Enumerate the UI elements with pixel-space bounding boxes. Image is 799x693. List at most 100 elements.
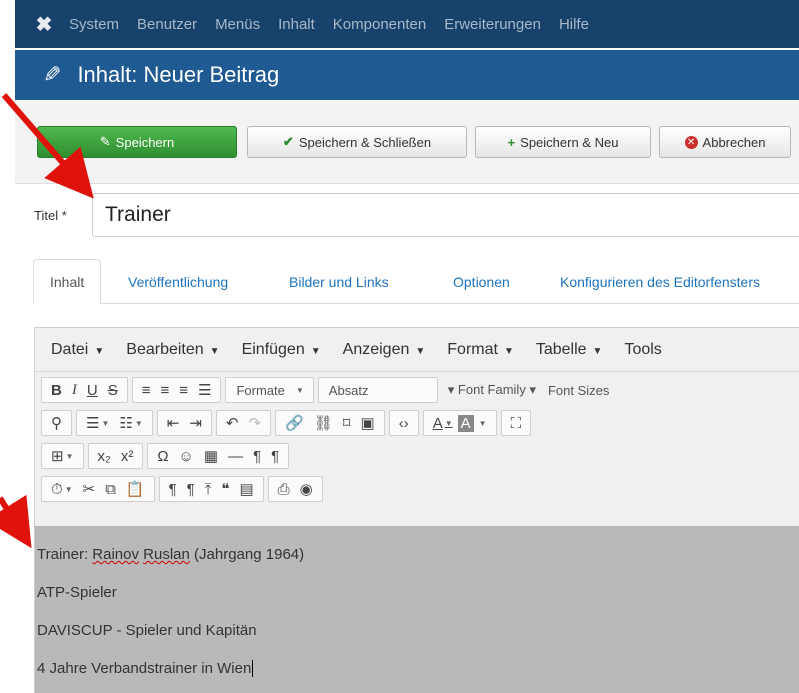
menu-table[interactable]: Tabelle ▼ <box>536 341 603 359</box>
save-close-label: Speichern & Schließen <box>298 134 432 150</box>
cancel-label: Abbrechen <box>702 134 766 150</box>
show-blocks-icon[interactable]: ¶ <box>164 481 182 498</box>
bullet-list-icon[interactable]: ☰ ▼ <box>81 414 114 432</box>
superscript-icon[interactable]: x² <box>116 448 139 465</box>
visual-chars-icon[interactable]: ¶ <box>182 481 200 498</box>
numbered-list-icon[interactable]: ☷ ▼ <box>114 414 147 432</box>
align-left-icon[interactable]: ≡ <box>137 382 156 399</box>
undo-icon[interactable]: ↶ <box>221 414 244 432</box>
block-format-dropdown[interactable]: Absatz <box>317 377 438 403</box>
nav-item-help[interactable]: Hilfe <box>559 16 589 33</box>
print-icon[interactable]: ⎙ <box>273 481 295 498</box>
menu-view[interactable]: Anzeigen ▼ <box>343 341 426 359</box>
ltr-icon[interactable]: ¶ <box>248 448 266 465</box>
horizontal-rule-icon[interactable]: — <box>223 448 248 465</box>
tab-editor-config[interactable]: Konfigurieren des Editorfensters <box>560 259 760 305</box>
editor-menubar: Datei ▼ Bearbeiten ▼ Einfügen ▼ Anzeigen ▼ F… <box>35 328 799 372</box>
image-icon[interactable]: ▣ <box>356 414 380 432</box>
nav-item-menus[interactable]: Menüs <box>215 16 260 33</box>
nav-item-users[interactable]: Benutzer <box>137 16 197 33</box>
fullscreen-icon[interactable]: ⛶ <box>506 415 527 432</box>
color-group: A ▼ A ▼ <box>422 410 497 436</box>
subscript-icon[interactable]: x₂ <box>93 448 116 465</box>
binoculars-icon[interactable]: ⚲ <box>46 414 67 432</box>
align-center-icon[interactable]: ≡ <box>155 382 174 399</box>
strikethrough-icon[interactable]: S <box>103 382 123 399</box>
page-title: Inhalt: Neuer Beitrag <box>77 62 280 87</box>
paste-icon[interactable]: 📋 <box>121 480 150 498</box>
redo-icon[interactable]: ↷ <box>243 414 266 432</box>
upload-icon[interactable]: ⤒ <box>200 481 217 498</box>
editor-toolbar-row-4: ⏱ ▼ ✂ ⧉ 📋 ¶ ¶ ⤒ ❝ ▤ ⎙ ◉ <box>41 475 327 503</box>
template-icon[interactable]: ▤ <box>234 480 258 498</box>
check-icon: ✔ <box>282 134 294 149</box>
save-close-button[interactable]: ✔ Speichern & Schließen <box>247 126 467 158</box>
underline-icon[interactable]: U <box>82 382 103 399</box>
menu-edit[interactable]: Bearbeiten ▼ <box>126 341 219 359</box>
nav-item-extensions[interactable]: Erweiterungen <box>444 16 541 33</box>
cut-icon[interactable]: ✂ <box>78 480 101 498</box>
action-toolbar: ✎ Speichern ✔ Speichern & Schließen + Sp… <box>15 100 799 184</box>
nav-item-system[interactable]: System <box>69 16 119 33</box>
text-color-icon[interactable]: A ▼ <box>428 415 458 432</box>
background-color-icon[interactable]: A <box>457 414 474 432</box>
table-group: ⊞ ▼ <box>41 443 84 469</box>
script-group: x₂ x² <box>87 443 144 469</box>
align-right-icon[interactable]: ≡ <box>174 382 193 399</box>
emoticons-icon[interactable]: ☺ <box>174 448 199 465</box>
nav-item-content[interactable]: Inhalt <box>278 16 315 33</box>
table-icon[interactable]: ⊞ ▼ <box>46 447 79 465</box>
editor-toolbar-row-3: ⊞ ▼ x₂ x² Ω ☺ ▦ — ¶ ¶ <box>41 442 293 470</box>
copy-icon[interactable]: ⧉ <box>100 481 121 498</box>
code-icon[interactable]: ‹› <box>394 415 414 432</box>
tab-images-links[interactable]: Bilder und Links <box>289 259 389 305</box>
title-label: Titel * <box>34 208 67 223</box>
indent-icon[interactable]: ⇥ <box>184 414 207 432</box>
content-line-3: DAVISCUP - Spieler und Kapitän <box>37 622 257 639</box>
font-family-dropdown[interactable]: ▾ Font Family ▾ <box>442 382 542 398</box>
align-justify-icon[interactable]: ☰ <box>193 381 216 399</box>
save-new-button[interactable]: + Speichern & Neu <box>475 126 651 158</box>
cancel-button[interactable]: ✕ Abbrechen <box>659 126 791 158</box>
menu-insert[interactable]: Einfügen ▼ <box>242 341 321 359</box>
text-style-group: B I U S <box>41 377 128 403</box>
indent-group: ⇤ ⇥ <box>156 410 212 436</box>
title-input[interactable]: Trainer <box>92 193 799 237</box>
rich-text-editor: Datei ▼ Bearbeiten ▼ Einfügen ▼ Anzeigen ▼ F… <box>34 327 799 693</box>
special-char-icon[interactable]: Ω <box>152 448 173 465</box>
joomla-logo-icon[interactable]: ✖ <box>33 13 55 36</box>
content-line-2: ATP-Spieler <box>37 584 117 601</box>
tab-content[interactable]: Inhalt <box>33 259 102 305</box>
tab-publishing[interactable]: Veröffentlichung <box>128 259 228 305</box>
editor-toolbar-row-2: ⚲ ☰ ▼ ☷ ▼ ⇤ ⇥ ↶ ↷ 🔗 ⛓ ⌑ ▣ ‹› A ▼ A ▼ ⛶ <box>41 409 535 437</box>
clock-icon[interactable]: ⏱ ▼ <box>46 481 78 498</box>
link-icon[interactable]: 🔗 <box>280 414 309 432</box>
save-button[interactable]: ✎ Speichern <box>37 126 237 158</box>
print-preview-group: ⎙ ◉ <box>267 476 323 502</box>
link-group: 🔗 ⛓ ⌑ ▣ <box>275 410 385 436</box>
font-sizes-dropdown[interactable]: Font Sizes <box>542 383 615 398</box>
outdent-icon[interactable]: ⇤ <box>162 414 185 432</box>
menu-tools[interactable]: Tools <box>624 341 661 359</box>
tab-bar: Inhalt Veröffentlichung Bilder und Links… <box>33 259 799 305</box>
editor-content-area[interactable]: Trainer: Rainov Ruslan (Jahrgang 1964) A… <box>35 526 799 693</box>
blockquote-icon[interactable]: ❝ <box>216 480 234 498</box>
article-form: Titel * Trainer Inhalt Veröffentlichung … <box>15 184 799 693</box>
unlink-icon[interactable]: ⛓ <box>309 414 338 432</box>
media-icon[interactable]: ▦ <box>199 447 223 465</box>
code-group: ‹› <box>388 410 419 436</box>
tab-options[interactable]: Optionen <box>453 259 510 305</box>
misc-group: ⏱ ▼ ✂ ⧉ 📋 <box>41 476 155 502</box>
menu-file[interactable]: Datei ▼ <box>51 341 104 359</box>
content-line-4: 4 Jahre Verbandstrainer in Wien <box>37 660 254 677</box>
italic-icon[interactable]: I <box>67 382 82 399</box>
formats-dropdown[interactable]: Formate ▼ <box>225 377 314 403</box>
rtl-icon[interactable]: ¶ <box>266 448 284 465</box>
plus-icon: + <box>507 134 516 150</box>
preview-icon[interactable]: ◉ <box>295 480 318 498</box>
content-line-1: Trainer: Rainov Ruslan (Jahrgang 1964) <box>37 546 305 563</box>
bookmark-icon[interactable]: ⌑ <box>338 414 356 432</box>
menu-format[interactable]: Format ▼ <box>447 341 514 359</box>
nav-item-components[interactable]: Komponenten <box>333 16 426 33</box>
bold-icon[interactable]: B <box>46 382 67 399</box>
